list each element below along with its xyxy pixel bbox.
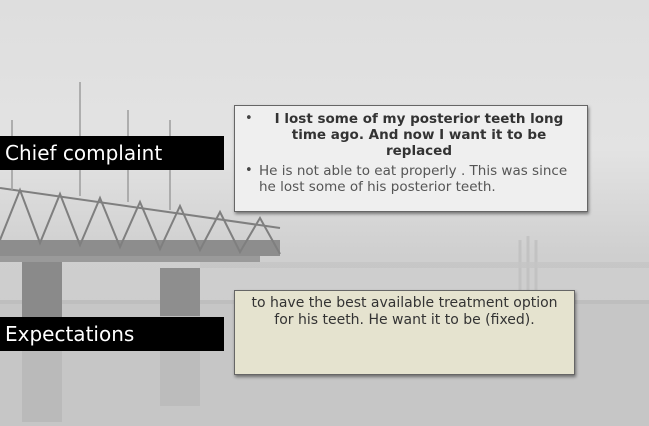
chief-complaint-label-text: Chief complaint [5, 141, 163, 165]
chief-complaint-item-text: I lost some of my posterior teeth long t… [274, 111, 564, 159]
bullet-icon: • [245, 163, 253, 178]
chief-complaint-item: • He is not able to eat properly . This … [245, 163, 579, 195]
expectations-label: Expectations [0, 317, 224, 351]
bullet-icon: • [245, 111, 253, 126]
chief-complaint-box: • I lost some of my posterior teeth long… [234, 105, 588, 212]
chief-complaint-item-text: He is not able to eat properly . This wa… [259, 163, 568, 195]
expectations-text: to have the best available treatment opt… [251, 295, 558, 328]
expectations-box: to have the best available treatment opt… [234, 290, 575, 375]
chief-complaint-label: Chief complaint [0, 136, 224, 170]
expectations-label-text: Expectations [5, 322, 135, 346]
chief-complaint-item: • I lost some of my posterior teeth long… [245, 111, 579, 159]
